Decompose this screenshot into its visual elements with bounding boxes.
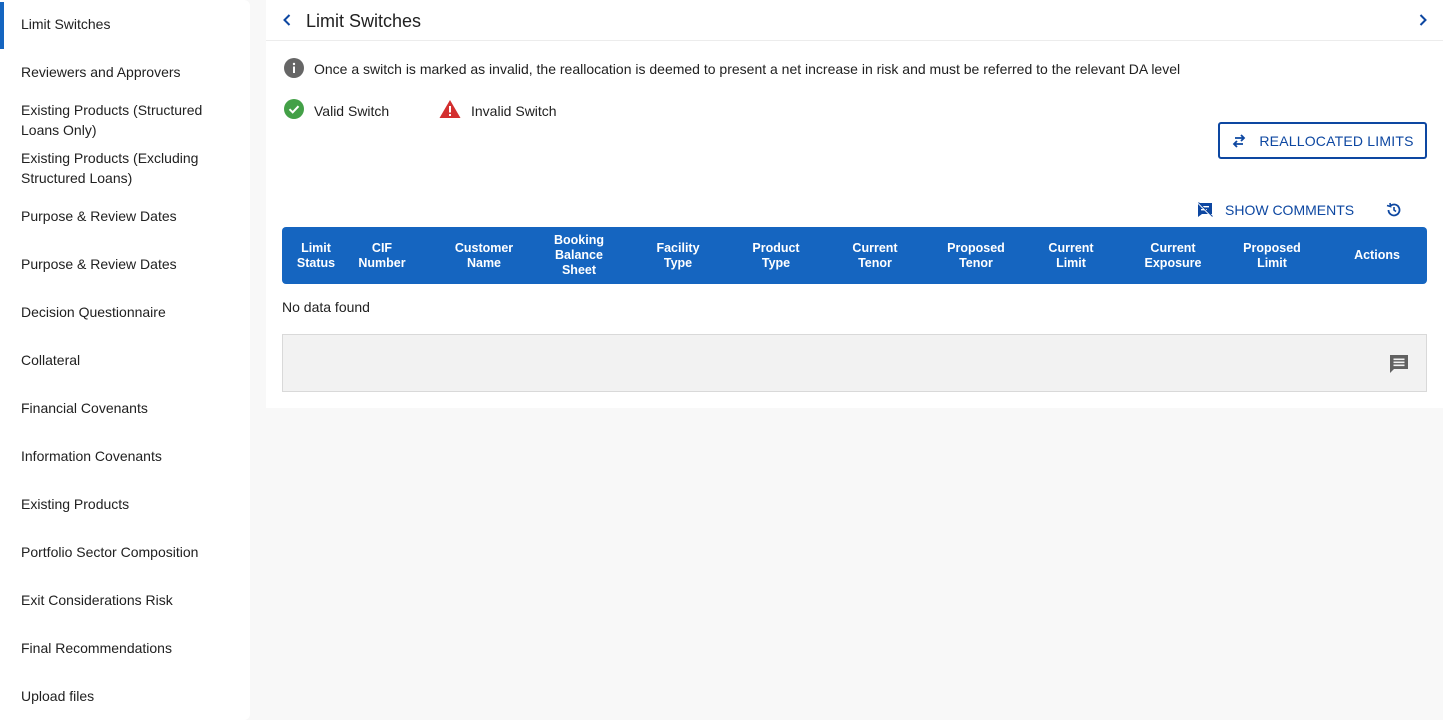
reallocated-limits-button[interactable]: REALLOCATED LIMITS	[1218, 122, 1427, 159]
sidebar-item-existing-products-structured[interactable]: Existing Products (Structured Loans Only…	[0, 100, 250, 140]
chevron-left-icon[interactable]	[277, 10, 297, 30]
sidebar-item-limit-switches[interactable]: Limit Switches	[0, 2, 250, 49]
show-comments-label: SHOW COMMENTS	[1225, 202, 1355, 218]
column-header-proposed-tenor[interactable]: Proposed Tenor	[930, 227, 1022, 284]
comment-box[interactable]	[282, 334, 1427, 392]
legend-invalid-label: Invalid Switch	[471, 102, 557, 119]
sidebar-item-financial-covenants[interactable]: Financial Covenants	[0, 398, 250, 418]
column-header-actions: Actions	[1354, 248, 1400, 262]
column-header-current-limit[interactable]: Current Limit	[1028, 227, 1114, 284]
reallocated-limits-label: REALLOCATED LIMITS	[1259, 132, 1414, 149]
sidebar-item-upload-files[interactable]: Upload files	[0, 686, 250, 706]
comment-icon[interactable]	[1388, 353, 1410, 375]
column-header-limit-status[interactable]: Limit Status	[282, 227, 350, 284]
page-title: Limit Switches	[306, 11, 422, 31]
column-header-current-tenor[interactable]: Current Tenor	[830, 227, 920, 284]
history-icon[interactable]	[1385, 201, 1403, 219]
sidebar-item-reviewers-approvers[interactable]: Reviewers and Approvers	[0, 62, 250, 82]
warning-icon	[439, 99, 461, 122]
chevron-right-icon[interactable]	[1413, 10, 1433, 30]
column-header-cif-number[interactable]: CIF Number	[350, 227, 414, 284]
legend-valid: Valid Switch	[284, 99, 389, 122]
column-header-customer-name[interactable]: Customer Name	[440, 227, 528, 284]
table-empty-message: No data found	[282, 299, 370, 315]
column-header-proposed-limit[interactable]: Proposed Limit	[1227, 227, 1317, 284]
info-message: Once a switch is marked as invalid, the …	[284, 57, 1181, 81]
sidebar-item-purpose-review-dates[interactable]: Purpose & Review Dates	[0, 206, 250, 226]
sidebar-item-exit-considerations[interactable]: Exit Considerations Risk	[0, 590, 250, 610]
check-circle-icon	[284, 99, 304, 122]
main-panel: Limit Switches Once a switch is marked a…	[266, 0, 1443, 408]
sidebar: Limit Switches Reviewers and Approvers E…	[0, 0, 250, 720]
sidebar-item-collateral[interactable]: Collateral	[0, 350, 250, 370]
sidebar-item-portfolio-sector[interactable]: Portfolio Sector Composition	[0, 542, 250, 562]
column-header-booking-balance-sheet[interactable]: Booking Balance Sheet	[537, 227, 621, 284]
column-header-current-exposure[interactable]: Current Exposure	[1125, 227, 1221, 284]
info-text: Once a switch is marked as invalid, the …	[314, 61, 1181, 77]
sidebar-item-purpose-review-dates-2[interactable]: Purpose & Review Dates	[0, 254, 250, 274]
column-header-product-type[interactable]: Product Type	[732, 227, 820, 284]
legend-valid-label: Valid Switch	[314, 102, 390, 119]
table-header: Limit Status CIF Number Customer Name Bo…	[282, 227, 1427, 284]
column-header-facility-type[interactable]: Facility Type	[634, 227, 722, 284]
show-comments-button[interactable]: SHOW COMMENTS	[1197, 200, 1354, 220]
sidebar-item-existing-products[interactable]: Existing Products	[0, 494, 250, 514]
legend-invalid: Invalid Switch	[439, 99, 557, 122]
sidebar-item-decision-questionnaire[interactable]: Decision Questionnaire	[0, 302, 250, 322]
info-icon	[284, 57, 304, 81]
swap-icon	[1233, 133, 1246, 148]
sidebar-item-information-covenants[interactable]: Information Covenants	[0, 446, 250, 466]
page-header: Limit Switches	[266, 0, 1443, 41]
sidebar-item-final-recommendations[interactable]: Final Recommendations	[0, 638, 250, 658]
sidebar-item-existing-products-excluding[interactable]: Existing Products (Excluding Structured …	[0, 148, 250, 188]
comment-off-icon	[1197, 202, 1213, 218]
